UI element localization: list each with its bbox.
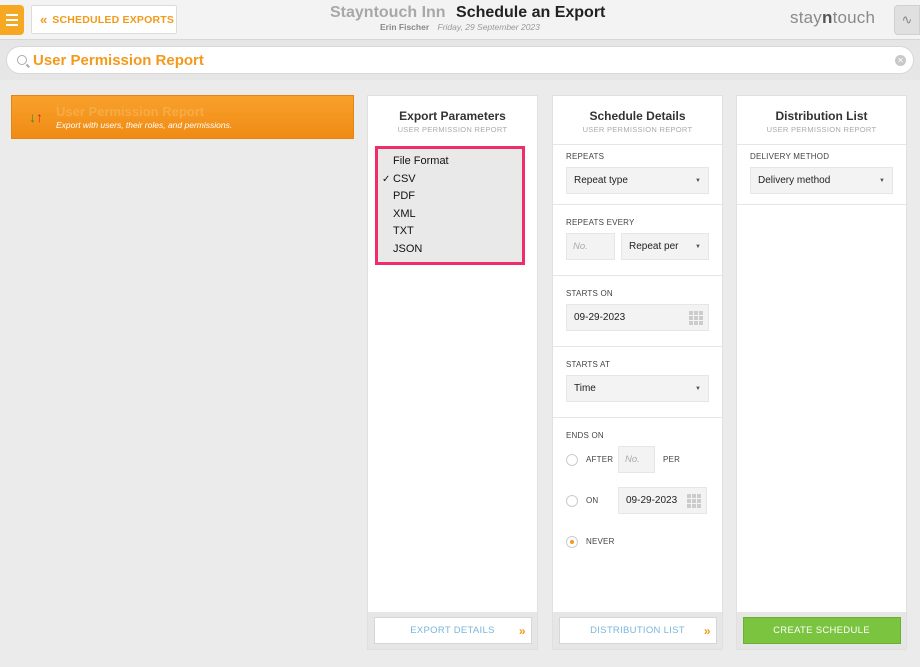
- repeats-label: REPEATS: [566, 152, 605, 161]
- create-schedule-button[interactable]: CREATE SCHEDULE: [742, 617, 901, 644]
- schedule-details-panel: Schedule Details USER PERMISSION REPORT …: [552, 95, 723, 650]
- report-description: Export with users, their roles, and perm…: [56, 120, 233, 130]
- ends-on-section: ENDS ON AFTER No. PER ON 09-29-2023 NEVE…: [553, 418, 722, 555]
- header-title-block: Stayntouch Inn Schedule an Export: [330, 4, 630, 22]
- search-value: User Permission Report: [33, 51, 204, 69]
- ends-on-label: ENDS ON: [566, 431, 604, 440]
- export-parameters-title: Export Parameters: [399, 109, 506, 123]
- clear-search-icon[interactable]: ✕: [895, 55, 906, 66]
- report-title: User Permission Report: [56, 104, 205, 119]
- file-format-option-txt[interactable]: TXT: [378, 223, 522, 241]
- hotel-name: Stayntouch Inn: [330, 4, 446, 21]
- schedule-details-subtitle: USER PERMISSION REPORT: [582, 125, 693, 134]
- user-name: Erin Fischer: [380, 22, 430, 32]
- ends-on-date-radio[interactable]: [566, 494, 578, 507]
- repeats-every-label: REPEATS EVERY: [566, 218, 635, 227]
- caret-down-icon: ▼: [695, 177, 701, 184]
- double-chevron-left-icon: «: [40, 12, 47, 27]
- distribution-list-button[interactable]: DISTRIBUTION LIST »: [558, 617, 717, 644]
- file-format-option-pdf[interactable]: PDF: [378, 188, 522, 206]
- starts-on-section: STARTS ON 09-29-2023: [553, 276, 722, 347]
- calendar-icon: [689, 311, 703, 325]
- caret-down-icon: ▼: [879, 177, 885, 184]
- ends-on-date-input[interactable]: 09-29-2023: [618, 487, 707, 514]
- header-subline: Erin Fischer Friday, 29 September 2023: [380, 22, 540, 32]
- search-icon: [17, 55, 27, 65]
- repeats-section: REPEATS Repeat type ▼: [553, 145, 722, 205]
- repeat-type-select[interactable]: Repeat type ▼: [566, 167, 709, 194]
- repeat-per-select[interactable]: Repeat per ▼: [621, 233, 709, 260]
- checkmark-icon: ✓: [382, 173, 391, 185]
- distribution-list-panel: Distribution List USER PERMISSION REPORT…: [736, 95, 907, 650]
- ends-on-option-label: ON: [586, 496, 599, 505]
- hamburger-menu-icon[interactable]: [0, 5, 24, 35]
- starts-on-date-input[interactable]: 09-29-2023: [566, 304, 709, 331]
- caret-down-icon: ▼: [695, 385, 701, 392]
- starts-on-label: STARTS ON: [566, 289, 613, 298]
- file-format-listbox[interactable]: File Format ✓ CSV PDF XML TXT JSON: [375, 146, 525, 265]
- distribution-list-subtitle: USER PERMISSION REPORT: [766, 125, 877, 134]
- back-button-label: SCHEDULED EXPORTS: [52, 13, 175, 26]
- schedule-details-title: Schedule Details: [589, 109, 686, 123]
- export-parameters-subtitle: USER PERMISSION REPORT: [397, 125, 508, 134]
- double-chevron-right-icon: »: [703, 623, 710, 638]
- file-format-header: File Format: [393, 155, 449, 167]
- delivery-method-section: DELIVERY METHOD Delivery method ▼: [737, 145, 906, 205]
- brand-logo: stayntouch: [790, 8, 876, 27]
- report-list-item-selected[interactable]: ↓ ↑ User Permission Report Export with us…: [11, 95, 354, 139]
- top-bar: « SCHEDULED EXPORTS Stayntouch Inn Sched…: [0, 0, 920, 40]
- export-details-button[interactable]: EXPORT DETAILS »: [373, 617, 532, 644]
- repeats-every-number-input[interactable]: No.: [566, 233, 615, 260]
- search-input[interactable]: User Permission Report ✕: [6, 46, 914, 74]
- starts-at-label: STARTS AT: [566, 360, 611, 369]
- delivery-method-select[interactable]: Delivery method ▼: [750, 167, 893, 194]
- page-title: Schedule an Export: [456, 4, 606, 21]
- file-format-option-csv[interactable]: ✓ CSV: [378, 171, 522, 189]
- calendar-icon: [687, 494, 701, 508]
- ends-after-per-label: PER: [663, 455, 681, 464]
- search-bar-area: User Permission Report ✕: [0, 40, 920, 80]
- double-chevron-right-icon: »: [518, 623, 525, 638]
- distribution-list-title: Distribution List: [775, 109, 868, 123]
- caret-down-icon: ▼: [695, 243, 701, 250]
- business-date: Friday, 29 September 2023: [437, 22, 540, 32]
- file-format-option-xml[interactable]: XML: [378, 206, 522, 224]
- starts-at-section: STARTS AT Time ▼: [553, 347, 722, 418]
- activity-wave-icon[interactable]: ∿: [894, 5, 920, 35]
- ends-never-label: NEVER: [586, 537, 615, 546]
- ends-after-number-input[interactable]: No.: [618, 446, 655, 473]
- delivery-method-label: DELIVERY METHOD: [750, 152, 830, 161]
- repeats-every-section: REPEATS EVERY No. Repeat per ▼: [553, 205, 722, 276]
- export-arrows-icon: ↓ ↑: [29, 109, 43, 125]
- starts-at-time-select[interactable]: Time ▼: [566, 375, 709, 402]
- ends-never-radio[interactable]: [566, 535, 578, 548]
- file-format-option-json[interactable]: JSON: [378, 241, 522, 259]
- back-to-scheduled-exports-button[interactable]: « SCHEDULED EXPORTS: [31, 5, 177, 34]
- ends-after-radio[interactable]: [566, 453, 578, 466]
- ends-after-label: AFTER: [586, 455, 614, 464]
